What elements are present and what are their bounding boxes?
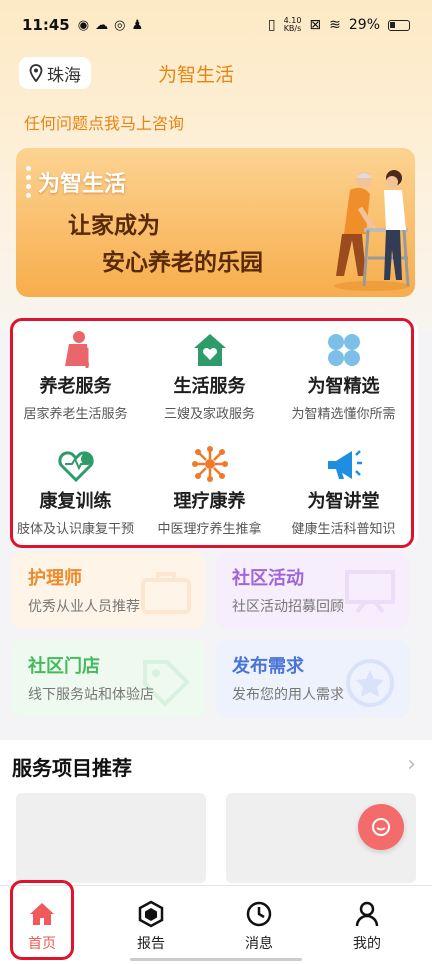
home-icon [30,903,54,925]
status-bar: 11:45 ◉ ☁ ◎ ♟ ▯ 4.10 KB/s ⊠ ≋ 29% [0,0,432,50]
gesture-bar [130,958,302,961]
recommend-heading: 服务项目推荐 [12,756,132,780]
battery-icon [388,19,410,31]
cloud-icon: ☁ [95,17,109,33]
banner-line1: 让家成为 [68,213,160,239]
bottom-tab-bar: 首页 报告 消息 我的 [0,885,432,964]
tab-label: 我的 [353,936,381,952]
service-subtitle: 为智精选懂你所需 [291,407,396,422]
penguin-icon: ♟ [131,17,144,33]
banner-line2: 安心养老的乐园 [102,250,263,276]
tag-icon [143,660,190,707]
location-label: 珠海 [47,65,81,86]
molecule-icon [191,446,228,482]
home-heart-icon [193,334,226,366]
service-subtitle: 三嫂及家政服务 [163,407,255,422]
tab-mine[interactable]: 我的 [337,900,397,953]
service-title: 养老服务 [39,376,112,397]
elderly-walker-illustration [334,170,410,291]
vibrate-icon: ▯ [267,17,276,33]
clock-icon [246,901,272,927]
eye-icon: ◎ [114,17,126,33]
service-elderly-care[interactable]: 养老服务 居家养老生活服务 [8,328,143,422]
service-subtitle: 健康生活科普知识 [291,522,396,537]
elderly-icon [64,331,89,368]
location-selector[interactable]: 珠海 [19,57,91,89]
service-rehab[interactable]: 康复训练 肢体及认识康复干预 [8,443,143,537]
tab-home[interactable]: 首页 [12,900,72,953]
service-title: 为智精选 [307,376,380,397]
chevron-right-icon[interactable]: › [407,752,416,777]
location-pin-icon [29,64,43,82]
service-subtitle: 居家养老生活服务 [23,407,128,422]
briefcase-icon [141,572,191,614]
tab-label: 消息 [245,936,273,952]
tab-report[interactable]: 报告 [121,900,181,953]
tab-label: 首页 [28,936,56,952]
chat-fab[interactable] [358,804,404,850]
service-life[interactable]: 生活服务 三嫂及家政服务 [142,328,277,422]
recommend-card[interactable] [16,793,206,883]
service-lecture[interactable]: 为智讲堂 健康生活科普知识 [276,443,411,537]
battery-percent: 29% [348,17,380,33]
feature-post-demand[interactable]: 发布需求 发布您的用人需求 [216,640,409,718]
service-title: 为智讲堂 [307,491,380,512]
heart-rehab-icon [57,451,94,483]
clover-icon [327,334,360,366]
promo-banner[interactable]: 为智生活 让家成为 安心养老的乐园 [16,148,415,297]
app-title: 为智生活 [158,64,235,86]
consult-link[interactable]: 任何问题点我马上咨询 [24,110,184,134]
banner-dots [26,166,32,202]
megaphone-icon [327,450,362,479]
star-badge-icon [346,659,394,707]
service-title: 生活服务 [173,376,246,397]
feature-nurse[interactable]: 护理师 优秀从业人员推荐 [12,552,205,628]
report-icon [138,900,164,928]
user-icon [355,901,379,927]
service-selection[interactable]: 为智精选 为智精选懂你所需 [276,328,411,422]
service-therapy[interactable]: 理疗康养 中医理疗养生推拿 [142,443,277,537]
board-icon [345,570,395,614]
tab-label: 报告 [137,936,165,952]
sim-off-icon: ⊠ [309,17,322,33]
service-subtitle: 中医理疗养生推拿 [157,522,262,537]
chat-bubble-icon [372,818,390,836]
service-title: 理疗康养 [173,491,246,512]
net-speed: 4.10 KB/s [283,16,302,33]
feature-community-activity[interactable]: 社区活动 社区活动招募回顾 [216,552,409,628]
service-title: 康复训练 [39,491,112,512]
service-subtitle: 肢体及认识康复干预 [16,522,134,537]
banner-title: 为智生活 [38,172,127,197]
weibo-icon: ◉ [77,17,90,33]
status-time: 11:45 [22,16,70,34]
wifi-icon: ≋ [329,17,341,33]
feature-community-store[interactable]: 社区门店 线下服务站和体验店 [12,640,205,718]
tab-messages[interactable]: 消息 [229,900,289,953]
